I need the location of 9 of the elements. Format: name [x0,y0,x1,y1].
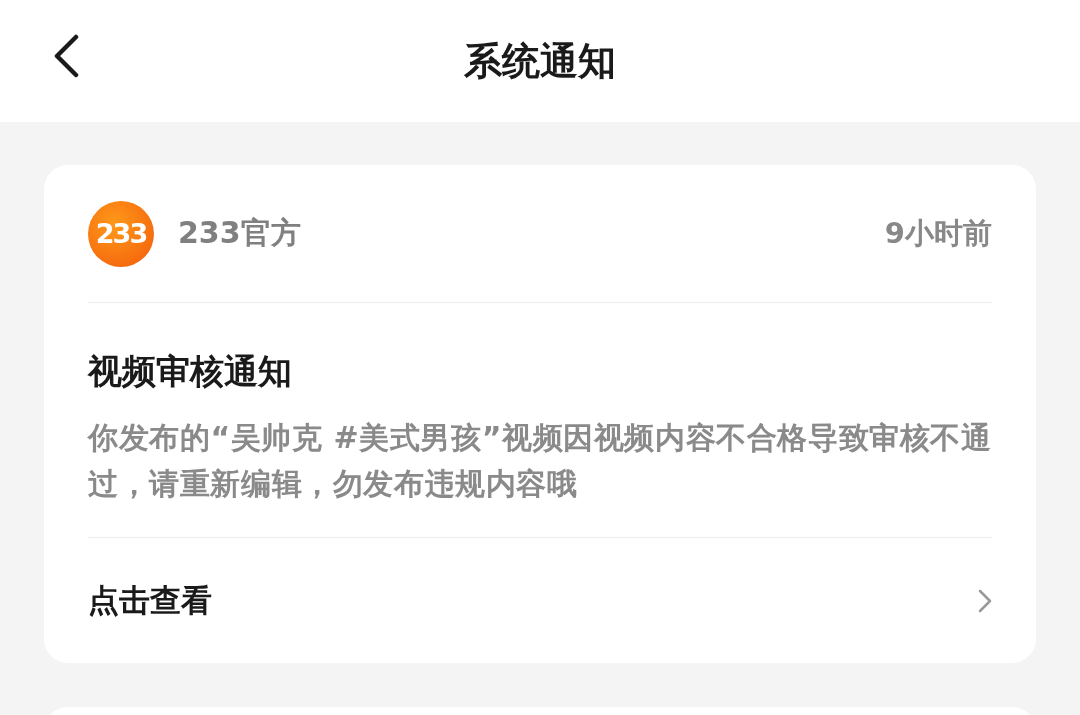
view-link[interactable]: 点击查看 [88,579,212,622]
sender-name: 233官方 [178,214,302,252]
page-title: 系统通知 [464,37,616,85]
notification-body: 你发布的“吴帅克 #美式男孩”视频因视频内容不合格导致审核不通过，请重新编辑，勿发布违规内容哦 [88,419,992,503]
notification-time: 9小时前 [884,214,992,252]
back-icon [53,34,79,78]
sender-avatar: 233 [88,200,154,267]
notification-title: 视频审核通知 [88,350,293,393]
chevron-right-icon [978,588,992,613]
